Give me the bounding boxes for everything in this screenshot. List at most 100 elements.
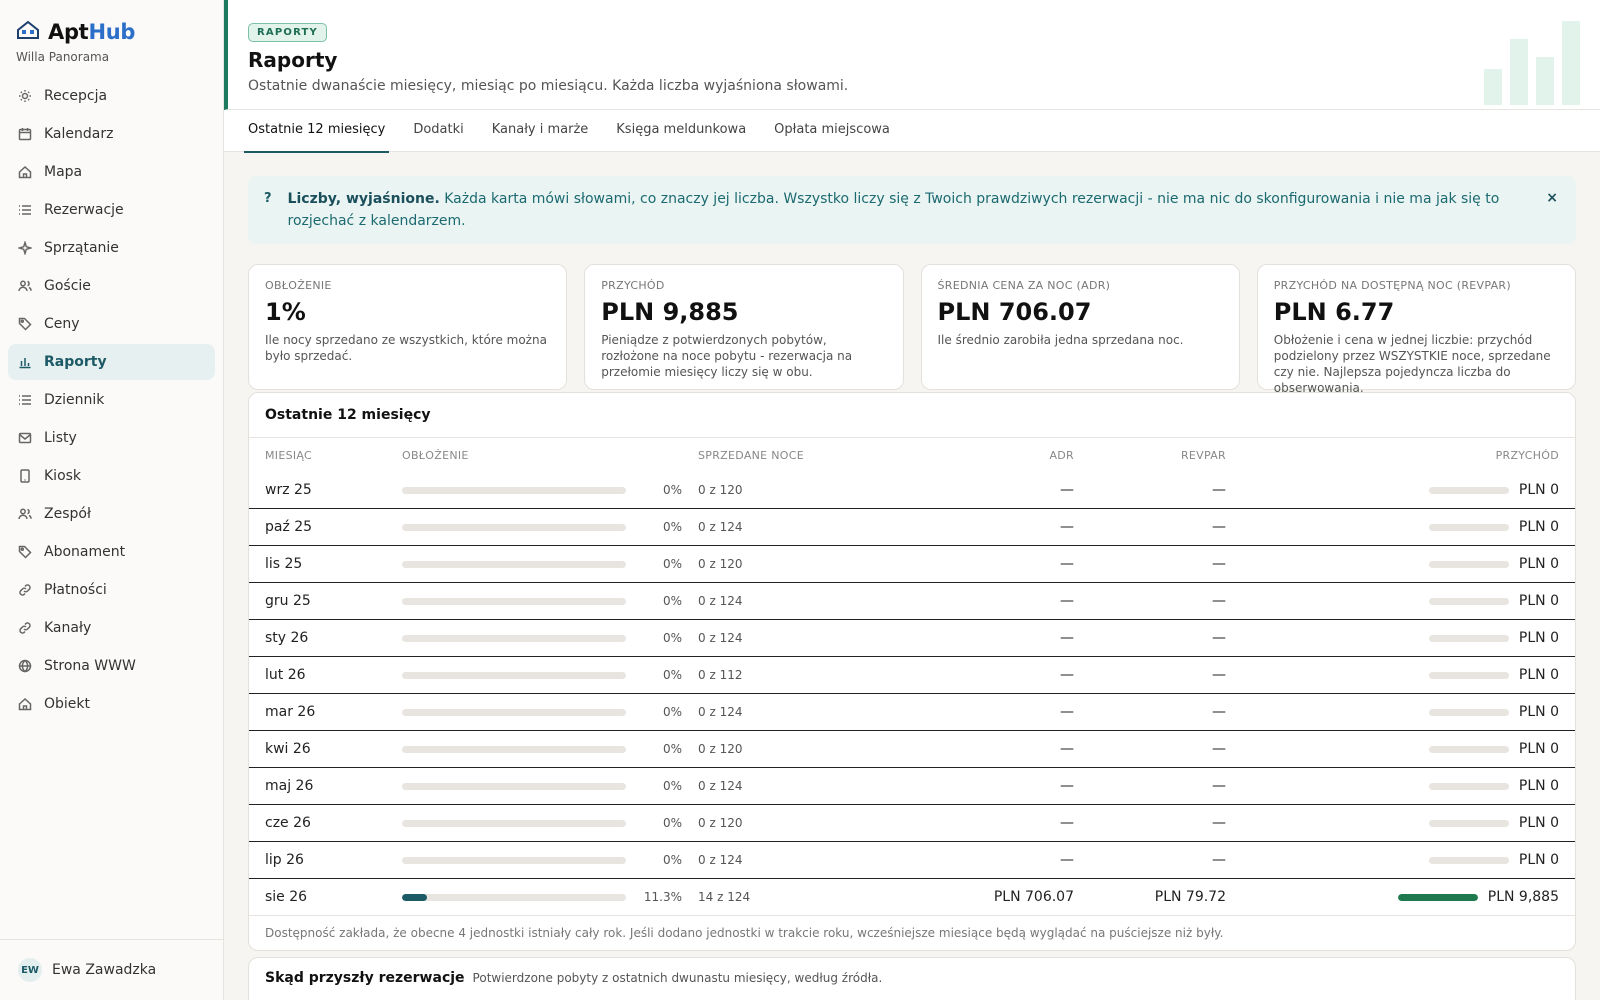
list-icon <box>18 203 32 217</box>
occupancy-bar <box>402 523 626 531</box>
occupancy-bar <box>402 671 626 679</box>
sidebar-item-platnosci[interactable]: Płatności <box>8 572 215 608</box>
sidebar-item-listy[interactable]: Listy <box>8 420 215 456</box>
help-icon: ? <box>264 191 272 206</box>
kpi-value: PLN 6.77 <box>1273 298 1395 326</box>
logo-house-icon <box>16 20 40 44</box>
users-icon <box>18 507 32 521</box>
cell-nights: 0 z 120 <box>698 816 743 830</box>
home-icon <box>18 697 32 711</box>
sidebar-item-raporty[interactable]: Raporty <box>8 344 215 380</box>
link-icon <box>18 583 32 597</box>
cell-revenue: PLN 0 <box>1226 852 1559 868</box>
col-revpar: REVPAR <box>1180 448 1226 462</box>
occupancy-bar <box>402 856 626 864</box>
kpi-card: OBŁOŻENIE 1% Ile nocy sprzedano ze wszystk… <box>248 264 568 390</box>
avatar: EW <box>18 958 42 982</box>
sidebar-item-label: Rezerwacje <box>44 202 124 218</box>
sidebar-item-label: Obiekt <box>44 696 91 712</box>
cell-adr: — <box>1060 704 1074 720</box>
tab-0[interactable]: Ostatnie 12 miesięcy <box>243 110 390 153</box>
sidebar-item-rezerwacje[interactable]: Rezerwacje <box>8 192 215 228</box>
cell-occupancy: 0% <box>402 557 698 571</box>
table-row: mar 26 0% 0 z 124 — — PLN 0 <box>249 694 1575 731</box>
page-subtitle: Ostatnie dwanaście miesięcy, miesiąc po … <box>248 78 849 94</box>
cell-revenue: PLN 0 <box>1226 556 1559 572</box>
cell-revenue: PLN 0 <box>1226 704 1559 720</box>
cell-month: maj 26 <box>265 778 314 794</box>
revenue-value: PLN 9,885 <box>1487 889 1559 905</box>
sidebar-item-label: Kalendarz <box>44 126 114 142</box>
sidebar-item-kanaly[interactable]: Kanały <box>8 610 215 646</box>
revenue-bar <box>1397 893 1478 901</box>
cell-revenue: PLN 0 <box>1226 741 1559 757</box>
sidebar-item-sprzatanie[interactable]: Sprzątanie <box>8 230 215 266</box>
page-header: RAPORTY Raporty Ostatnie dwanaście miesi… <box>224 0 1600 110</box>
bar-chart-icon <box>18 355 32 369</box>
occupancy-bar <box>402 782 626 790</box>
sidebar-item-label: Strona WWW <box>44 658 136 674</box>
cell-occupancy: 0% <box>402 816 698 830</box>
table-row: lip 26 0% 0 z 124 — — PLN 0 <box>249 842 1575 879</box>
sidebar-item-kiosk[interactable]: Kiosk <box>8 458 215 494</box>
revenue-bar <box>1428 634 1509 642</box>
sidebar-item-label: Płatności <box>44 582 107 598</box>
cell-revenue: PLN 9,885 <box>1226 889 1559 905</box>
occupancy-bar <box>402 745 626 753</box>
occupancy-percent: 0% <box>662 779 682 793</box>
cell-revpar: — <box>1212 593 1226 609</box>
sidebar-item-dziennik[interactable]: Dziennik <box>8 382 215 418</box>
sidebar-item-kalendarz[interactable]: Kalendarz <box>8 116 215 152</box>
sidebar-item-zespol[interactable]: Zespół <box>8 496 215 532</box>
close-icon[interactable]: × <box>1546 190 1558 206</box>
sidebar-item-recepcja[interactable]: Recepcja <box>8 78 215 114</box>
table-row: sie 26 11.3% 14 z 124 PLN 706.07 PLN 79.72 PL… <box>249 879 1575 916</box>
kpi-description: Ile nocy sprzedano ze wszystkich, które … <box>265 333 547 363</box>
col-occupancy: OBŁOŻENIE <box>402 448 469 462</box>
home-icon <box>18 165 32 179</box>
revenue-value: PLN 0 <box>1518 704 1559 720</box>
kpi-description: Pieniądze z potwierdzonych pobytów, rozł… <box>601 333 853 379</box>
occupancy-percent: 0% <box>662 594 682 608</box>
tab-2[interactable]: Kanały i marże <box>492 110 589 152</box>
sidebar-item-goscie[interactable]: Goście <box>8 268 215 304</box>
cell-nights: 0 z 120 <box>698 483 743 497</box>
table-row: maj 26 0% 0 z 124 — — PLN 0 <box>249 768 1575 805</box>
table-row: gru 25 0% 0 z 124 — — PLN 0 <box>249 583 1575 620</box>
tab-1[interactable]: Dodatki <box>413 110 463 152</box>
revenue-bar <box>1428 745 1509 753</box>
sidebar-item-ceny[interactable]: Ceny <box>8 306 215 342</box>
cell-occupancy: 0% <box>402 779 698 793</box>
cell-nights: 0 z 120 <box>698 742 743 756</box>
cell-adr: — <box>1060 630 1074 646</box>
occupancy-bar <box>402 486 626 494</box>
cell-occupancy: 0% <box>402 631 698 645</box>
tab-4[interactable]: Opłata miejscowa <box>774 110 890 152</box>
user-menu[interactable]: EW Ewa Zawadzka <box>0 939 223 1000</box>
sidebar-item-obiekt[interactable]: Obiekt <box>8 686 215 722</box>
cell-revenue: PLN 0 <box>1226 667 1559 683</box>
cell-revpar: — <box>1212 556 1226 572</box>
occupancy-percent: 11.3% <box>643 890 682 904</box>
cell-month: paź 25 <box>265 519 313 535</box>
cell-revpar: — <box>1212 519 1226 535</box>
page-title: Raporty <box>248 48 338 72</box>
revenue-bar <box>1428 819 1509 827</box>
cell-nights: 0 z 124 <box>698 853 743 867</box>
tab-3[interactable]: Księga meldunkowa <box>616 110 746 152</box>
sidebar-item-abonament[interactable]: Abonament <box>8 534 215 570</box>
logo[interactable]: AptHub <box>16 20 207 44</box>
cell-adr: PLN 706.07 <box>993 889 1074 905</box>
sidebar-item-strona-www[interactable]: Strona WWW <box>8 648 215 684</box>
cell-adr: — <box>1060 519 1074 535</box>
cell-adr: — <box>1060 852 1074 868</box>
sidebar-item-label: Abonament <box>44 544 126 560</box>
brand: AptHub Willa Panorama <box>0 0 223 64</box>
sidebar-item-label: Kiosk <box>44 468 82 484</box>
revenue-bar-fill <box>1397 893 1478 901</box>
sidebar-item-mapa[interactable]: Mapa <box>8 154 215 190</box>
cell-month: wrz 25 <box>265 482 312 498</box>
sources-panel: Skąd przyszły rezerwacje Potwierdzone po… <box>248 957 1576 1000</box>
report-tabs: Ostatnie 12 miesięcy Dodatki Kanały i marż… <box>224 110 1600 153</box>
cell-nights: 0 z 124 <box>698 779 743 793</box>
